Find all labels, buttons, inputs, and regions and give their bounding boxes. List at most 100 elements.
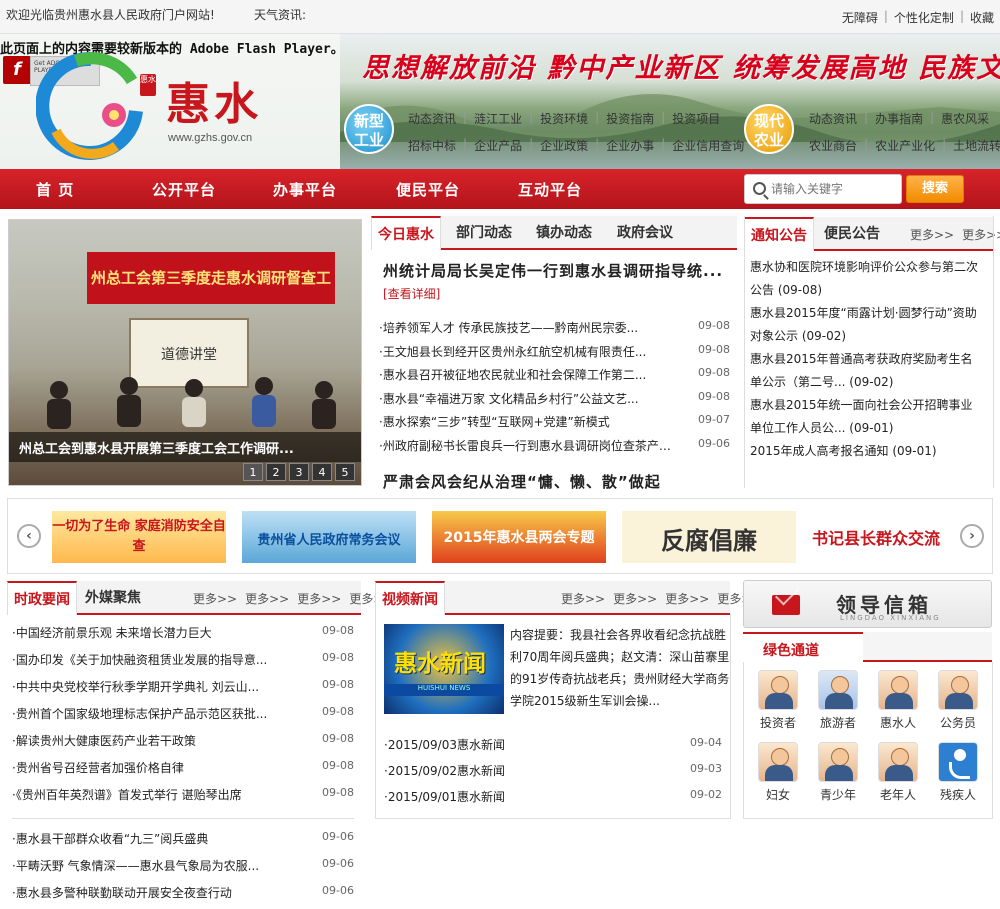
customize-link[interactable]: 个性化定制 (894, 9, 954, 26)
more-link[interactable]: 更多>> (245, 590, 289, 607)
list-item[interactable]: ·《贵州百年英烈谱》首发式举行 谌贻琴出席 09-08 (12, 786, 354, 813)
flash-icon[interactable]: f (3, 56, 31, 84)
channel-women[interactable]: 妇女 (753, 742, 803, 803)
channel-tourist[interactable]: 旅游者 (813, 670, 863, 731)
channel-local[interactable]: 惠水人 (873, 670, 923, 731)
more-link[interactable]: 更多>> (962, 226, 1000, 243)
list-item[interactable]: ·培养领军人才 传承民族技艺——黔南州民宗委... 09-08 (379, 319, 730, 343)
list-item[interactable]: ·惠水探索“三步”转型“互联网+党建”新模式 09-07 (379, 413, 730, 437)
agri-link[interactable]: 土地流转 (953, 137, 1000, 154)
slide-page-5[interactable]: 5 (335, 463, 355, 481)
nav-home[interactable]: 首 页 (36, 179, 74, 200)
tab-notice[interactable]: 通知公告 (744, 217, 814, 251)
channel-elderly[interactable]: 老年人 (873, 742, 923, 803)
channel-investor[interactable]: 投资者 (753, 670, 803, 731)
agri-link[interactable]: 办事指南 (875, 110, 923, 127)
nav-service[interactable]: 办事平台 (273, 179, 337, 200)
more-link[interactable]: 更多>> (561, 590, 605, 607)
search-input[interactable] (771, 179, 896, 199)
tab-video[interactable]: 视频新闻 (375, 581, 445, 615)
promo-exchange[interactable]: 书记县长群众交流 (812, 511, 942, 563)
list-item[interactable]: 惠水县2015年普通高考获政府奖励考生名单公示（第二号... (09-02) (750, 348, 984, 394)
list-item[interactable]: ·惠水县“幸福进万家 文化精品乡村行”公益文艺... 09-08 (379, 390, 730, 414)
industry-link[interactable]: 企业产品 (474, 137, 522, 154)
agri-link[interactable]: 动态资讯 (809, 110, 857, 127)
agri-link[interactable]: 农业商台 (809, 137, 857, 154)
tab-town[interactable]: 镇办动态 (536, 222, 592, 242)
carousel-next-icon[interactable]: › (960, 524, 984, 548)
logo-icon[interactable] (36, 51, 146, 161)
list-item[interactable]: ·贵州省号召经营者加强价格自律 09-08 (12, 759, 354, 786)
today-headline-2[interactable]: 严肃会风会纪从治理“慵、懒、散”做起 (383, 471, 728, 492)
slide-page-4[interactable]: 4 (312, 463, 332, 481)
industry-badge[interactable]: 新型 工业 (344, 104, 394, 154)
industry-link[interactable]: 动态资讯 (408, 110, 456, 127)
video-summary[interactable]: 内容提要：我县社会各界收看纪念抗战胜利70周年阅兵盛典；赵文清：深山苗寨里的91… (510, 624, 730, 712)
tab-today[interactable]: 今日惠水 (371, 216, 441, 250)
more-link[interactable]: 更多>> (297, 590, 341, 607)
slide-caption[interactable]: 州总工会到惠水县开展第三季度工会工作调研... (9, 432, 361, 462)
nav-convenience[interactable]: 便民平台 (396, 179, 460, 200)
more-link[interactable]: 更多>> (910, 226, 954, 243)
industry-link[interactable]: 招标中标 (408, 137, 456, 154)
favorite-link[interactable]: 收藏 (970, 9, 994, 26)
industry-link[interactable]: 企业信用查询 (672, 137, 744, 154)
channel-civil-servant[interactable]: 公务员 (933, 670, 983, 731)
list-item[interactable]: 惠水协和医院环境影响评价公众参与第二次公告 (09-08) (750, 256, 984, 302)
accessibility-link[interactable]: 无障碍 (842, 9, 878, 26)
industry-link[interactable]: 投资指南 (606, 110, 654, 127)
industry-link[interactable]: 涟江工业 (474, 110, 522, 127)
list-item[interactable]: ·解读贵州大健康医药产业若干政策 09-08 (12, 732, 354, 759)
list-item[interactable]: ·2015/09/02惠水新闻 09-03 (384, 762, 722, 788)
politics-tabs: 时政要闻 外媒聚焦 更多>> 更多>> 更多>> 更多>> (7, 581, 394, 615)
search-button[interactable]: 搜索 (906, 175, 964, 203)
slide-page-3[interactable]: 3 (289, 463, 309, 481)
channel-disabled[interactable]: 残疾人 (933, 742, 983, 803)
industry-link[interactable]: 投资环境 (540, 110, 588, 127)
promo-two-sessions[interactable]: 2015年惠水县两会专题 (432, 511, 606, 563)
more-link[interactable]: 更多>> (193, 590, 237, 607)
list-item[interactable]: ·中国经济前景乐观 未来增长潜力巨大 09-08 (12, 624, 354, 651)
nav-public[interactable]: 公开平台 (152, 179, 216, 200)
slide-page-2[interactable]: 2 (266, 463, 286, 481)
channel-youth[interactable]: 青少年 (813, 742, 863, 803)
industry-link[interactable]: 企业政策 (540, 137, 588, 154)
leader-mailbox-button[interactable]: 领导信箱 LINGDAO XINXIANG (743, 580, 992, 628)
carousel-prev-icon[interactable]: ‹ (17, 524, 41, 548)
promo-provincial-meeting[interactable]: 贵州省人民政府常务会议 (242, 511, 416, 563)
slide-page-1[interactable]: 1 (243, 463, 263, 481)
tab-public-notice[interactable]: 便民公告 (824, 223, 880, 243)
list-item[interactable]: ·惠水县干部群众收看“九三”阅兵盛典 09-06 (12, 830, 354, 857)
today-headline[interactable]: 州统计局局长吴定伟一行到惠水县调研指导统... (383, 260, 728, 281)
agri-link[interactable]: 农业产业化 (875, 137, 935, 154)
nav-interaction[interactable]: 互动平台 (518, 179, 582, 200)
tab-politics[interactable]: 时政要闻 (7, 581, 77, 615)
video-thumbnail[interactable]: 惠水新闻 HUISHUI NEWS (384, 624, 504, 714)
tab-meeting[interactable]: 政府会议 (617, 222, 673, 242)
more-link[interactable]: 更多>> (613, 590, 657, 607)
view-detail-link[interactable]: [查看详细] (383, 285, 440, 302)
list-item[interactable]: 2015年成人高考报名通知 (09-01) (750, 440, 984, 463)
list-item[interactable]: ·中共中央党校举行秋季学期开学典礼 刘云山... 09-08 (12, 678, 354, 705)
list-item[interactable]: ·国办印发《关于加快融资租赁业发展的指导意... 09-08 (12, 651, 354, 678)
tab-department[interactable]: 部门动态 (456, 222, 512, 242)
list-item[interactable]: ·惠水县召开被征地农民就业和社会保障工作第二... 09-08 (379, 366, 730, 390)
industry-link[interactable]: 投资项目 (672, 110, 720, 127)
promo-fire-safety[interactable]: 一切为了生命 家庭消防安全自查 (52, 511, 226, 563)
agri-badge[interactable]: 现代 农业 (744, 104, 794, 154)
list-item[interactable]: ·贵州首个国家级地理标志保护产品示范区获批... 09-08 (12, 705, 354, 732)
more-link[interactable]: 更多>> (665, 590, 709, 607)
list-item[interactable]: ·惠水县多警种联勤联动开展安全夜查行动 09-06 (12, 884, 354, 909)
industry-link[interactable]: 企业办事 (606, 137, 654, 154)
list-item[interactable]: 惠水县2015年度“雨露计划·圆梦行动”资助对象公示 (09-02) (750, 302, 984, 348)
news-slideshow[interactable]: 州总工会第三季度走惠水调研督查工作会 道德讲堂 州总工会到惠水县开展第三季度工会… (8, 219, 362, 486)
list-item[interactable]: ·2015/09/01惠水新闻 09-02 (384, 788, 722, 814)
list-item[interactable]: ·2015/09/03惠水新闻 09-04 (384, 736, 722, 762)
list-item[interactable]: 惠水县2015年统一面向社会公开招聘事业单位工作人员公... (09-01) (750, 394, 984, 440)
agri-link[interactable]: 惠农风采 (941, 110, 989, 127)
list-item[interactable]: ·平畴沃野 气象情深——惠水县气象局为农服... 09-06 (12, 857, 354, 884)
list-item[interactable]: ·王文旭县长到经开区贵州永红航空机械有限责任... 09-08 (379, 343, 730, 367)
tab-foreign-media[interactable]: 外媒聚焦 (85, 587, 141, 607)
promo-anti-corruption[interactable]: 反腐倡廉 (622, 511, 796, 563)
list-item[interactable]: ·州政府副秘书长雷良兵一行到惠水县调研岗位查茶产业... 09-06 (379, 437, 730, 461)
